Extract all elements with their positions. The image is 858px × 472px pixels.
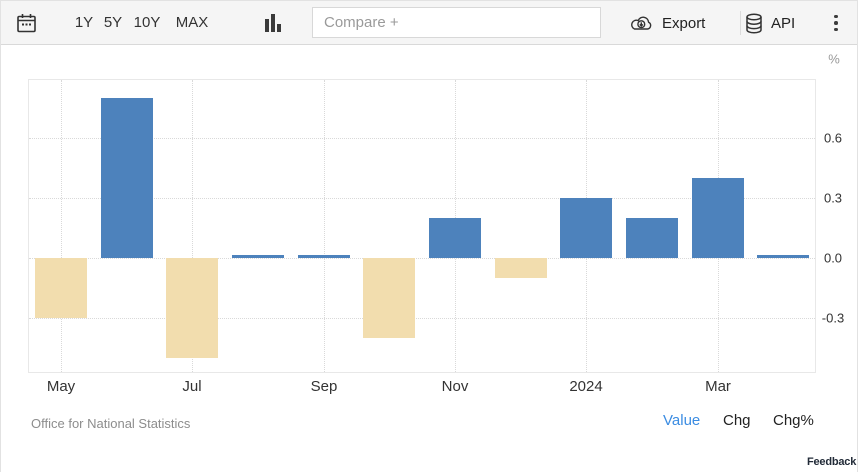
bar-Jun[interactable] xyxy=(101,98,153,258)
x-tick-label: Sep xyxy=(311,378,338,395)
export-label: Export xyxy=(662,15,705,32)
x-tick-label: Jul xyxy=(182,378,201,395)
bar-Dec[interactable] xyxy=(495,258,547,278)
x-tick-label: Mar xyxy=(705,378,731,395)
bar-Apr[interactable] xyxy=(757,255,809,258)
toolbar: 1Y 5Y 10Y MAX Export xyxy=(1,1,857,45)
chart-region: % May Jul Sep Nov 2024 Mar 0.6 0.3 0.0 -0.3 Offic… xyxy=(1,45,858,472)
bar-Sep[interactable] xyxy=(298,255,350,258)
bar-Aug[interactable] xyxy=(232,255,284,258)
cloud-download-icon xyxy=(629,14,654,32)
bar-2024[interactable] xyxy=(560,198,612,258)
y-gridline xyxy=(29,258,815,259)
calendar-button[interactable] xyxy=(13,1,39,45)
y-tick-label: -0.3 xyxy=(822,311,844,326)
y-tick-label: 0.3 xyxy=(824,191,842,206)
y-axis-unit: % xyxy=(828,52,840,67)
chart-type-button[interactable] xyxy=(262,1,284,45)
x-gridline xyxy=(324,80,325,372)
api-button[interactable]: API xyxy=(745,1,795,45)
calendar-icon xyxy=(16,13,37,34)
more-options-button[interactable] xyxy=(825,1,847,45)
bar-Nov[interactable] xyxy=(429,218,481,258)
mode-link-chg-percent[interactable]: Chg% xyxy=(773,412,814,429)
feedback-button[interactable]: Feedback xyxy=(807,456,856,468)
bar-May[interactable] xyxy=(35,258,87,318)
mode-link-value[interactable]: Value xyxy=(663,412,700,429)
range-button-max[interactable]: MAX xyxy=(169,1,215,45)
x-gridline xyxy=(61,80,62,372)
x-tick-label: 2024 xyxy=(569,378,602,395)
mode-link-chg[interactable]: Chg xyxy=(723,412,751,429)
database-icon xyxy=(745,13,763,34)
export-button[interactable]: Export xyxy=(629,1,705,45)
bar-chart-icon xyxy=(265,14,281,32)
kebab-menu-icon xyxy=(834,15,838,32)
x-tick-label: May xyxy=(47,378,75,395)
bar-Mar[interactable] xyxy=(692,178,744,258)
api-label: API xyxy=(771,15,795,32)
bar-Feb[interactable] xyxy=(626,218,678,258)
y-tick-label: 0.6 xyxy=(824,131,842,146)
y-gridline xyxy=(29,318,815,319)
range-button-1y[interactable]: 1Y xyxy=(71,1,97,45)
range-button-10y[interactable]: 10Y xyxy=(129,1,165,45)
bar-Oct[interactable] xyxy=(363,258,415,338)
compare-input[interactable] xyxy=(312,7,601,38)
x-tick-label: Nov xyxy=(442,378,469,395)
chart-widget: 1Y 5Y 10Y MAX Export xyxy=(0,0,858,472)
y-tick-label: 0.0 xyxy=(824,251,842,266)
toolbar-divider xyxy=(740,11,741,35)
bar-Jul[interactable] xyxy=(166,258,218,358)
source-attribution: Office for National Statistics xyxy=(31,416,190,431)
range-button-5y[interactable]: 5Y xyxy=(100,1,126,45)
